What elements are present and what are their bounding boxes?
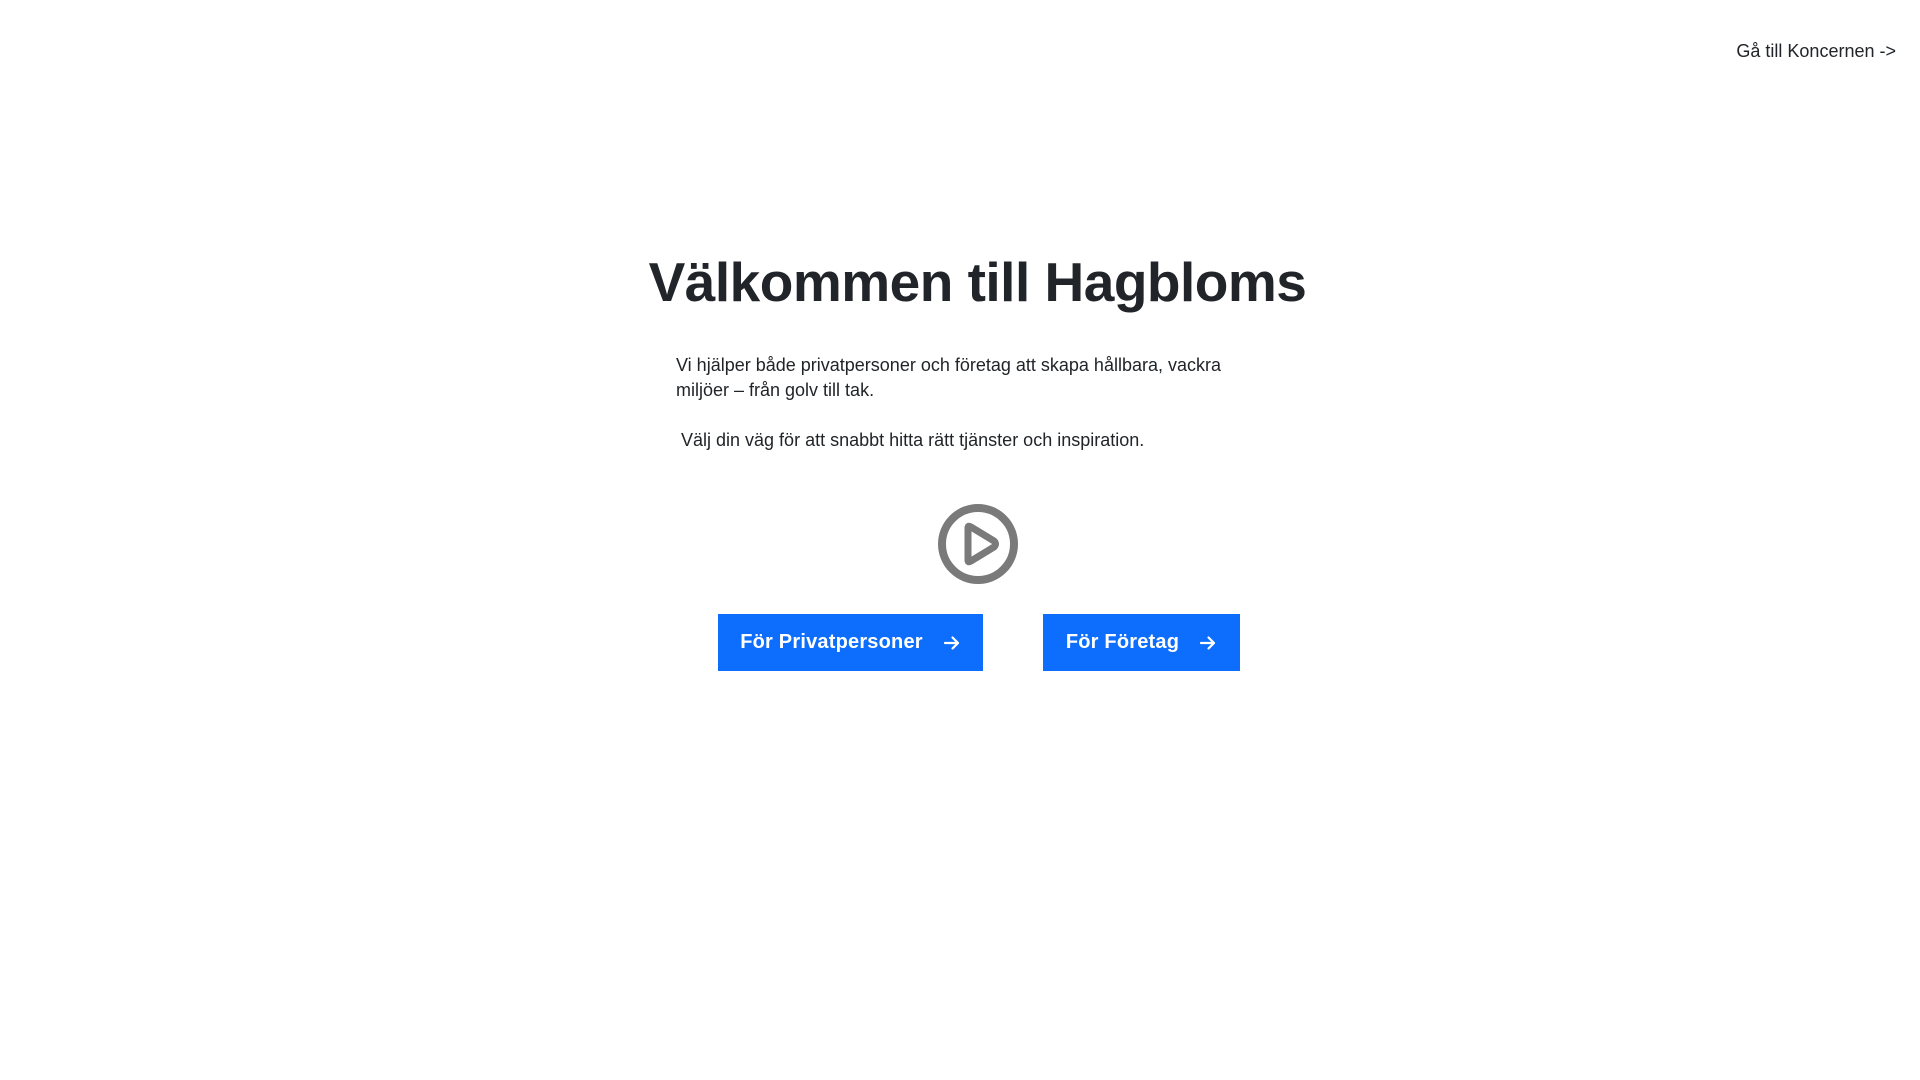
intro-text: Vi hjälper både privatpersoner och föret… bbox=[676, 353, 1256, 453]
arrow-right-icon bbox=[1200, 635, 1216, 650]
intro-paragraph: Vi hjälper både privatpersoner och föret… bbox=[676, 355, 1221, 400]
play-circle-icon bbox=[938, 504, 1018, 584]
arrow-right-icon bbox=[943, 635, 959, 650]
business-button[interactable]: För Företag bbox=[1043, 614, 1240, 671]
private-persons-button[interactable]: För Privatpersoner bbox=[718, 614, 983, 671]
page: Gå till Koncernen -> Välkommen till Hagb… bbox=[0, 0, 1920, 1080]
business-label: För Företag bbox=[1065, 631, 1180, 653]
page-title: Välkommen till Hagbloms bbox=[648, 251, 1307, 313]
group-link[interactable]: Gå till Koncernen -> bbox=[1736, 41, 1896, 62]
intro-paragraph-choose: Välj din väg för att snabbt hitta rätt t… bbox=[681, 430, 1145, 450]
private-persons-label: För Privatpersoner bbox=[740, 631, 923, 653]
play-video-button[interactable] bbox=[937, 503, 1019, 585]
